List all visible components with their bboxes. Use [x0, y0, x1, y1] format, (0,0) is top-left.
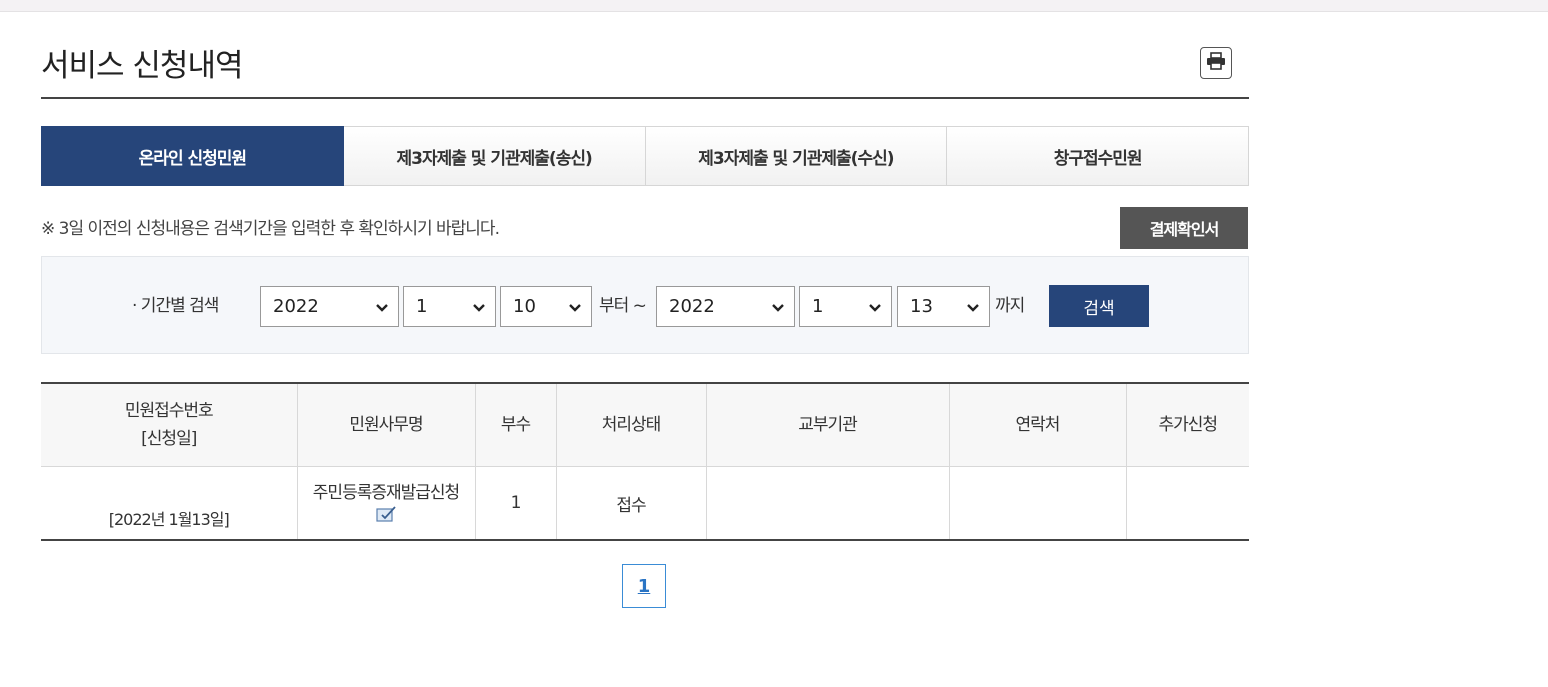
- cell-receipt-number: [2022년 1월13일]: [41, 466, 297, 541]
- from-suffix: 부터 ~: [599, 296, 647, 316]
- cell-issuing-agency: [705, 466, 949, 541]
- application-history-table: 민원접수번호 [신청일] 민원사무명 부수 처리상태 교부기관 연락처 추가신청…: [41, 382, 1249, 541]
- chevron-down-icon: [375, 299, 389, 320]
- header-number-line2: [신청일]: [141, 429, 197, 449]
- cell-contact: [948, 466, 1126, 541]
- header-contact: 연락처: [948, 382, 1126, 467]
- cell-copies: 1: [474, 466, 556, 541]
- to-suffix: 까지: [995, 296, 1025, 316]
- title-divider: [41, 97, 1249, 99]
- header-status: 처리상태: [555, 382, 706, 467]
- from-month-select[interactable]: 1: [403, 286, 496, 327]
- from-day-select[interactable]: 10: [500, 286, 592, 327]
- search-label: · 기간별 검색: [132, 296, 219, 316]
- chevron-down-icon: [966, 299, 980, 320]
- from-year-select[interactable]: 2022: [260, 286, 399, 327]
- to-year-value: 2022: [669, 296, 715, 317]
- page-title: 서비스 신청내역: [41, 48, 243, 84]
- cell-status: 접수: [555, 466, 706, 541]
- notice-text: ※ 3일 이전의 신청내용은 검색기간을 입력한 후 확인하시기 바랍니다.: [41, 219, 500, 239]
- chevron-down-icon: [771, 299, 785, 320]
- payment-receipt-button[interactable]: 결제확인서: [1120, 207, 1248, 249]
- header-extra-request: 추가신청: [1125, 382, 1249, 467]
- tab-counter-application[interactable]: 창구접수민원: [947, 126, 1249, 186]
- to-month-value: 1: [812, 296, 824, 317]
- browser-top-strip: [0, 0, 1548, 12]
- tab-third-party-received[interactable]: 제3자제출 및 기관제출(수신): [645, 126, 948, 186]
- to-month-select[interactable]: 1: [799, 286, 892, 327]
- print-button[interactable]: [1200, 47, 1232, 79]
- search-button[interactable]: 검색: [1049, 285, 1149, 327]
- from-month-value: 1: [416, 296, 428, 317]
- header-number-line1: 민원접수번호: [124, 401, 214, 421]
- chevron-down-icon: [472, 299, 486, 320]
- tab-third-party-sent[interactable]: 제3자제출 및 기관제출(송신): [343, 126, 646, 186]
- to-year-select[interactable]: 2022: [656, 286, 795, 327]
- chevron-down-icon: [868, 299, 882, 320]
- header-issuing-agency: 교부기관: [705, 382, 949, 467]
- tab-online-application[interactable]: 온라인 신청민원: [41, 126, 344, 186]
- period-search-panel: · 기간별 검색 2022 1 10 부터 ~ 2022 1 13 까지 검색: [41, 256, 1249, 354]
- service-name: 주민등록증재발급신청: [312, 483, 460, 503]
- pagination-page-1[interactable]: 1: [622, 564, 666, 608]
- table-header-row: 민원접수번호 [신청일] 민원사무명 부수 처리상태 교부기관 연락처 추가신청: [41, 382, 1249, 467]
- header-copies: 부수: [474, 382, 556, 467]
- printer-icon: [1206, 52, 1226, 74]
- table-row: [2022년 1월13일] 주민등록증재발급신청 1 접수: [41, 466, 1249, 541]
- cell-extra-request: [1125, 466, 1249, 541]
- cell-service-name: 주민등록증재발급신청: [296, 466, 475, 541]
- tab-bar: 온라인 신청민원 제3자제출 및 기관제출(송신) 제3자제출 및 기관제출(수…: [41, 126, 1249, 186]
- to-day-value: 13: [910, 296, 933, 317]
- application-date: [2022년 1월13일]: [108, 510, 230, 529]
- header-receipt-number: 민원접수번호 [신청일]: [41, 382, 297, 467]
- edit-document-icon[interactable]: [375, 505, 397, 528]
- from-day-value: 10: [513, 296, 536, 317]
- chevron-down-icon: [568, 299, 582, 320]
- from-year-value: 2022: [273, 296, 319, 317]
- to-day-select[interactable]: 13: [897, 286, 990, 327]
- header-service-name: 민원사무명: [296, 382, 475, 467]
